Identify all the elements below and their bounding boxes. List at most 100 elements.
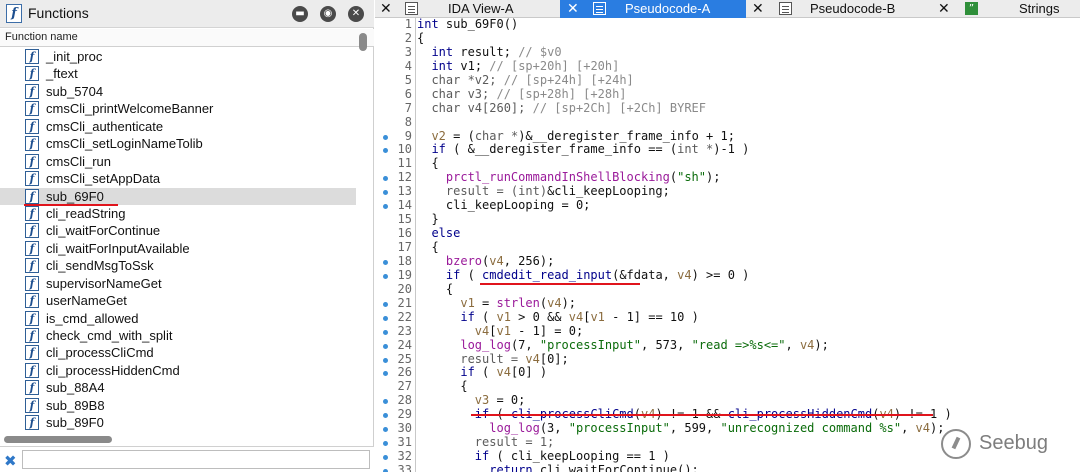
code-line[interactable]: if ( v1 > 0 && v4[v1 - 1] == 10 ) xyxy=(416,310,1080,325)
breakpoint-dot-icon[interactable] xyxy=(383,134,388,140)
code-line[interactable]: v3 = 0; xyxy=(416,393,1080,408)
tab-pseudocode-b[interactable]: ✕ Pseudocode-B xyxy=(746,0,932,18)
function-list-item[interactable]: f cli_readString xyxy=(0,205,356,222)
code-line[interactable]: { xyxy=(416,379,1080,394)
breakpoint-dot-icon[interactable] xyxy=(383,455,388,461)
tab-ida-view-a[interactable]: ✕ IDA View-A xyxy=(375,0,560,18)
code-line[interactable]: { xyxy=(416,31,1080,46)
function-list-item[interactable]: f sub_88A4 xyxy=(0,379,356,396)
filter-input[interactable] xyxy=(22,450,370,469)
code-line[interactable]: { xyxy=(416,240,1080,255)
function-list-item[interactable]: f cli_waitForContinue xyxy=(0,222,356,239)
breakpoint-dot-icon[interactable] xyxy=(383,273,388,279)
code-line[interactable]: return cli_waitForContinue(); xyxy=(416,463,1080,472)
code-line[interactable]: { xyxy=(416,156,1080,171)
code-line[interactable]: cli_keepLooping = 0; xyxy=(416,198,1080,213)
function-list-item[interactable]: f cli_processHiddenCmd xyxy=(0,362,356,379)
function-list-item[interactable]: f cli_processCliCmd xyxy=(0,344,356,361)
horizontal-scrollbar[interactable] xyxy=(0,434,374,446)
function-list-item[interactable]: f cmsCli_run xyxy=(0,153,356,170)
clear-filter-icon[interactable]: ✖ xyxy=(4,452,17,470)
tab-pseudocode-a[interactable]: ✕ Pseudocode-A xyxy=(560,0,746,18)
line-number: 7 xyxy=(404,100,412,115)
function-list-item[interactable]: f sub_89B8 xyxy=(0,397,356,414)
function-list-item[interactable]: f sub_69F0 xyxy=(0,187,356,205)
code-line[interactable]: v1 = strlen(v4); xyxy=(416,296,1080,311)
code-line[interactable]: v2 = (char *)&__deregister_frame_info + … xyxy=(416,129,1080,144)
tab-close-icon[interactable]: ✕ xyxy=(567,0,579,18)
scrollbar-thumb[interactable] xyxy=(359,33,367,51)
column-header-function-name[interactable]: Function name xyxy=(0,29,374,47)
function-list-item[interactable]: f is_cmd_allowed xyxy=(0,310,356,327)
code-line[interactable]: char v3; // [sp+28h] [+28h] xyxy=(416,87,1080,102)
function-name: check_cmd_with_split xyxy=(46,328,173,343)
breakpoint-dot-icon[interactable] xyxy=(383,315,388,321)
tab-strings[interactable]: ✕ ” Strings xyxy=(932,0,1080,18)
breakpoint-dot-icon[interactable] xyxy=(383,176,388,182)
vertical-scrollbar[interactable] xyxy=(358,30,368,434)
code-line[interactable]: int result; // $v0 xyxy=(416,45,1080,60)
tab-close-icon[interactable]: ✕ xyxy=(752,0,764,18)
code-line[interactable]: bzero(v4, 256); xyxy=(416,254,1080,269)
function-list-item[interactable]: f sub_89F0 xyxy=(0,414,356,431)
function-list-item[interactable]: f cmsCli_printWelcomeBanner xyxy=(0,100,356,117)
breakpoint-dot-icon[interactable] xyxy=(383,190,388,196)
code-line[interactable]: result = (int)&cli_keepLooping; xyxy=(416,184,1080,199)
breakpoint-dot-icon[interactable] xyxy=(383,259,388,265)
pseudocode-view[interactable]: int sub_69F0(){ int result; // $v0 int v… xyxy=(415,18,1080,472)
gutter-line: 19 xyxy=(375,268,415,283)
close-icon[interactable]: ✕ xyxy=(348,6,364,22)
float-window-icon[interactable]: ◉ xyxy=(320,6,336,22)
minimize-icon[interactable]: ▬ xyxy=(292,6,308,22)
function-list-item[interactable]: f sub_5704 xyxy=(0,83,356,100)
function-list-item[interactable]: f cmsCli_setAppData xyxy=(0,170,356,187)
line-number: 5 xyxy=(404,72,412,87)
function-list-item[interactable]: f _ftext xyxy=(0,65,356,82)
breakpoint-dot-icon[interactable] xyxy=(383,343,388,349)
code-line[interactable]: else xyxy=(416,226,1080,241)
function-list-item[interactable]: f cmsCli_setLoginNameTolib xyxy=(0,135,356,152)
code-line[interactable]: log_log(7, "processInput", 573, "read =>… xyxy=(416,338,1080,353)
function-list-item[interactable]: f check_cmd_with_split xyxy=(0,327,356,344)
code-line[interactable]: } xyxy=(416,212,1080,227)
code-line[interactable]: prctl_runCommandInShellBlocking("sh"); xyxy=(416,170,1080,185)
code-line[interactable]: result = v4[0]; xyxy=(416,352,1080,367)
function-icon: f xyxy=(25,118,39,134)
code-line[interactable]: char v4[260]; // [sp+2Ch] [+2Ch] BYREF xyxy=(416,101,1080,116)
function-list-item[interactable]: f cmsCli_authenticate xyxy=(0,118,356,135)
breakpoint-dot-icon[interactable] xyxy=(383,427,388,433)
breakpoint-dot-icon[interactable] xyxy=(383,357,388,363)
function-list-item[interactable]: f _init_proc xyxy=(0,48,356,65)
tab-label: IDA View-A xyxy=(448,1,514,16)
function-list-item[interactable]: f userNameGet xyxy=(0,292,356,309)
code-line[interactable]: if ( v4[0] ) xyxy=(416,365,1080,380)
line-number: 21 xyxy=(397,295,412,310)
line-number: 23 xyxy=(397,323,412,338)
breakpoint-dot-icon[interactable] xyxy=(383,371,388,377)
tab-close-icon[interactable]: ✕ xyxy=(938,0,950,18)
breakpoint-dot-icon[interactable] xyxy=(383,301,388,307)
breakpoint-dot-icon[interactable] xyxy=(383,441,388,447)
line-number: 10 xyxy=(397,142,412,157)
function-icon: f xyxy=(25,275,39,291)
code-line[interactable]: if ( cmdedit_read_input(&fdata, v4) >= 0… xyxy=(416,268,1080,283)
code-line[interactable] xyxy=(416,116,1080,130)
function-list-item[interactable]: f supervisorNameGet xyxy=(0,275,356,292)
code-line[interactable]: char *v2; // [sp+24h] [+24h] xyxy=(416,73,1080,88)
tab-label: Pseudocode-A xyxy=(625,1,711,16)
breakpoint-dot-icon[interactable] xyxy=(383,399,388,405)
function-list-item[interactable]: f cli_sendMsgToSsk xyxy=(0,257,356,274)
breakpoint-dot-icon[interactable] xyxy=(383,148,388,154)
breakpoint-dot-icon[interactable] xyxy=(383,204,388,210)
scrollbar-thumb[interactable] xyxy=(4,436,112,443)
code-line[interactable]: if ( &__deregister_frame_info == (int *)… xyxy=(416,142,1080,157)
annotation-underline xyxy=(471,414,933,416)
breakpoint-dot-icon[interactable] xyxy=(383,329,388,335)
breakpoint-dot-icon[interactable] xyxy=(383,413,388,419)
tab-close-icon[interactable]: ✕ xyxy=(380,0,392,18)
code-line[interactable]: int sub_69F0() xyxy=(416,18,1080,32)
code-line[interactable]: int v1; // [sp+20h] [+20h] xyxy=(416,59,1080,74)
function-name: cmsCli_run xyxy=(46,153,112,169)
function-list-item[interactable]: f cli_waitForInputAvailable xyxy=(0,240,356,257)
code-line[interactable]: v4[v1 - 1] = 0; xyxy=(416,324,1080,339)
